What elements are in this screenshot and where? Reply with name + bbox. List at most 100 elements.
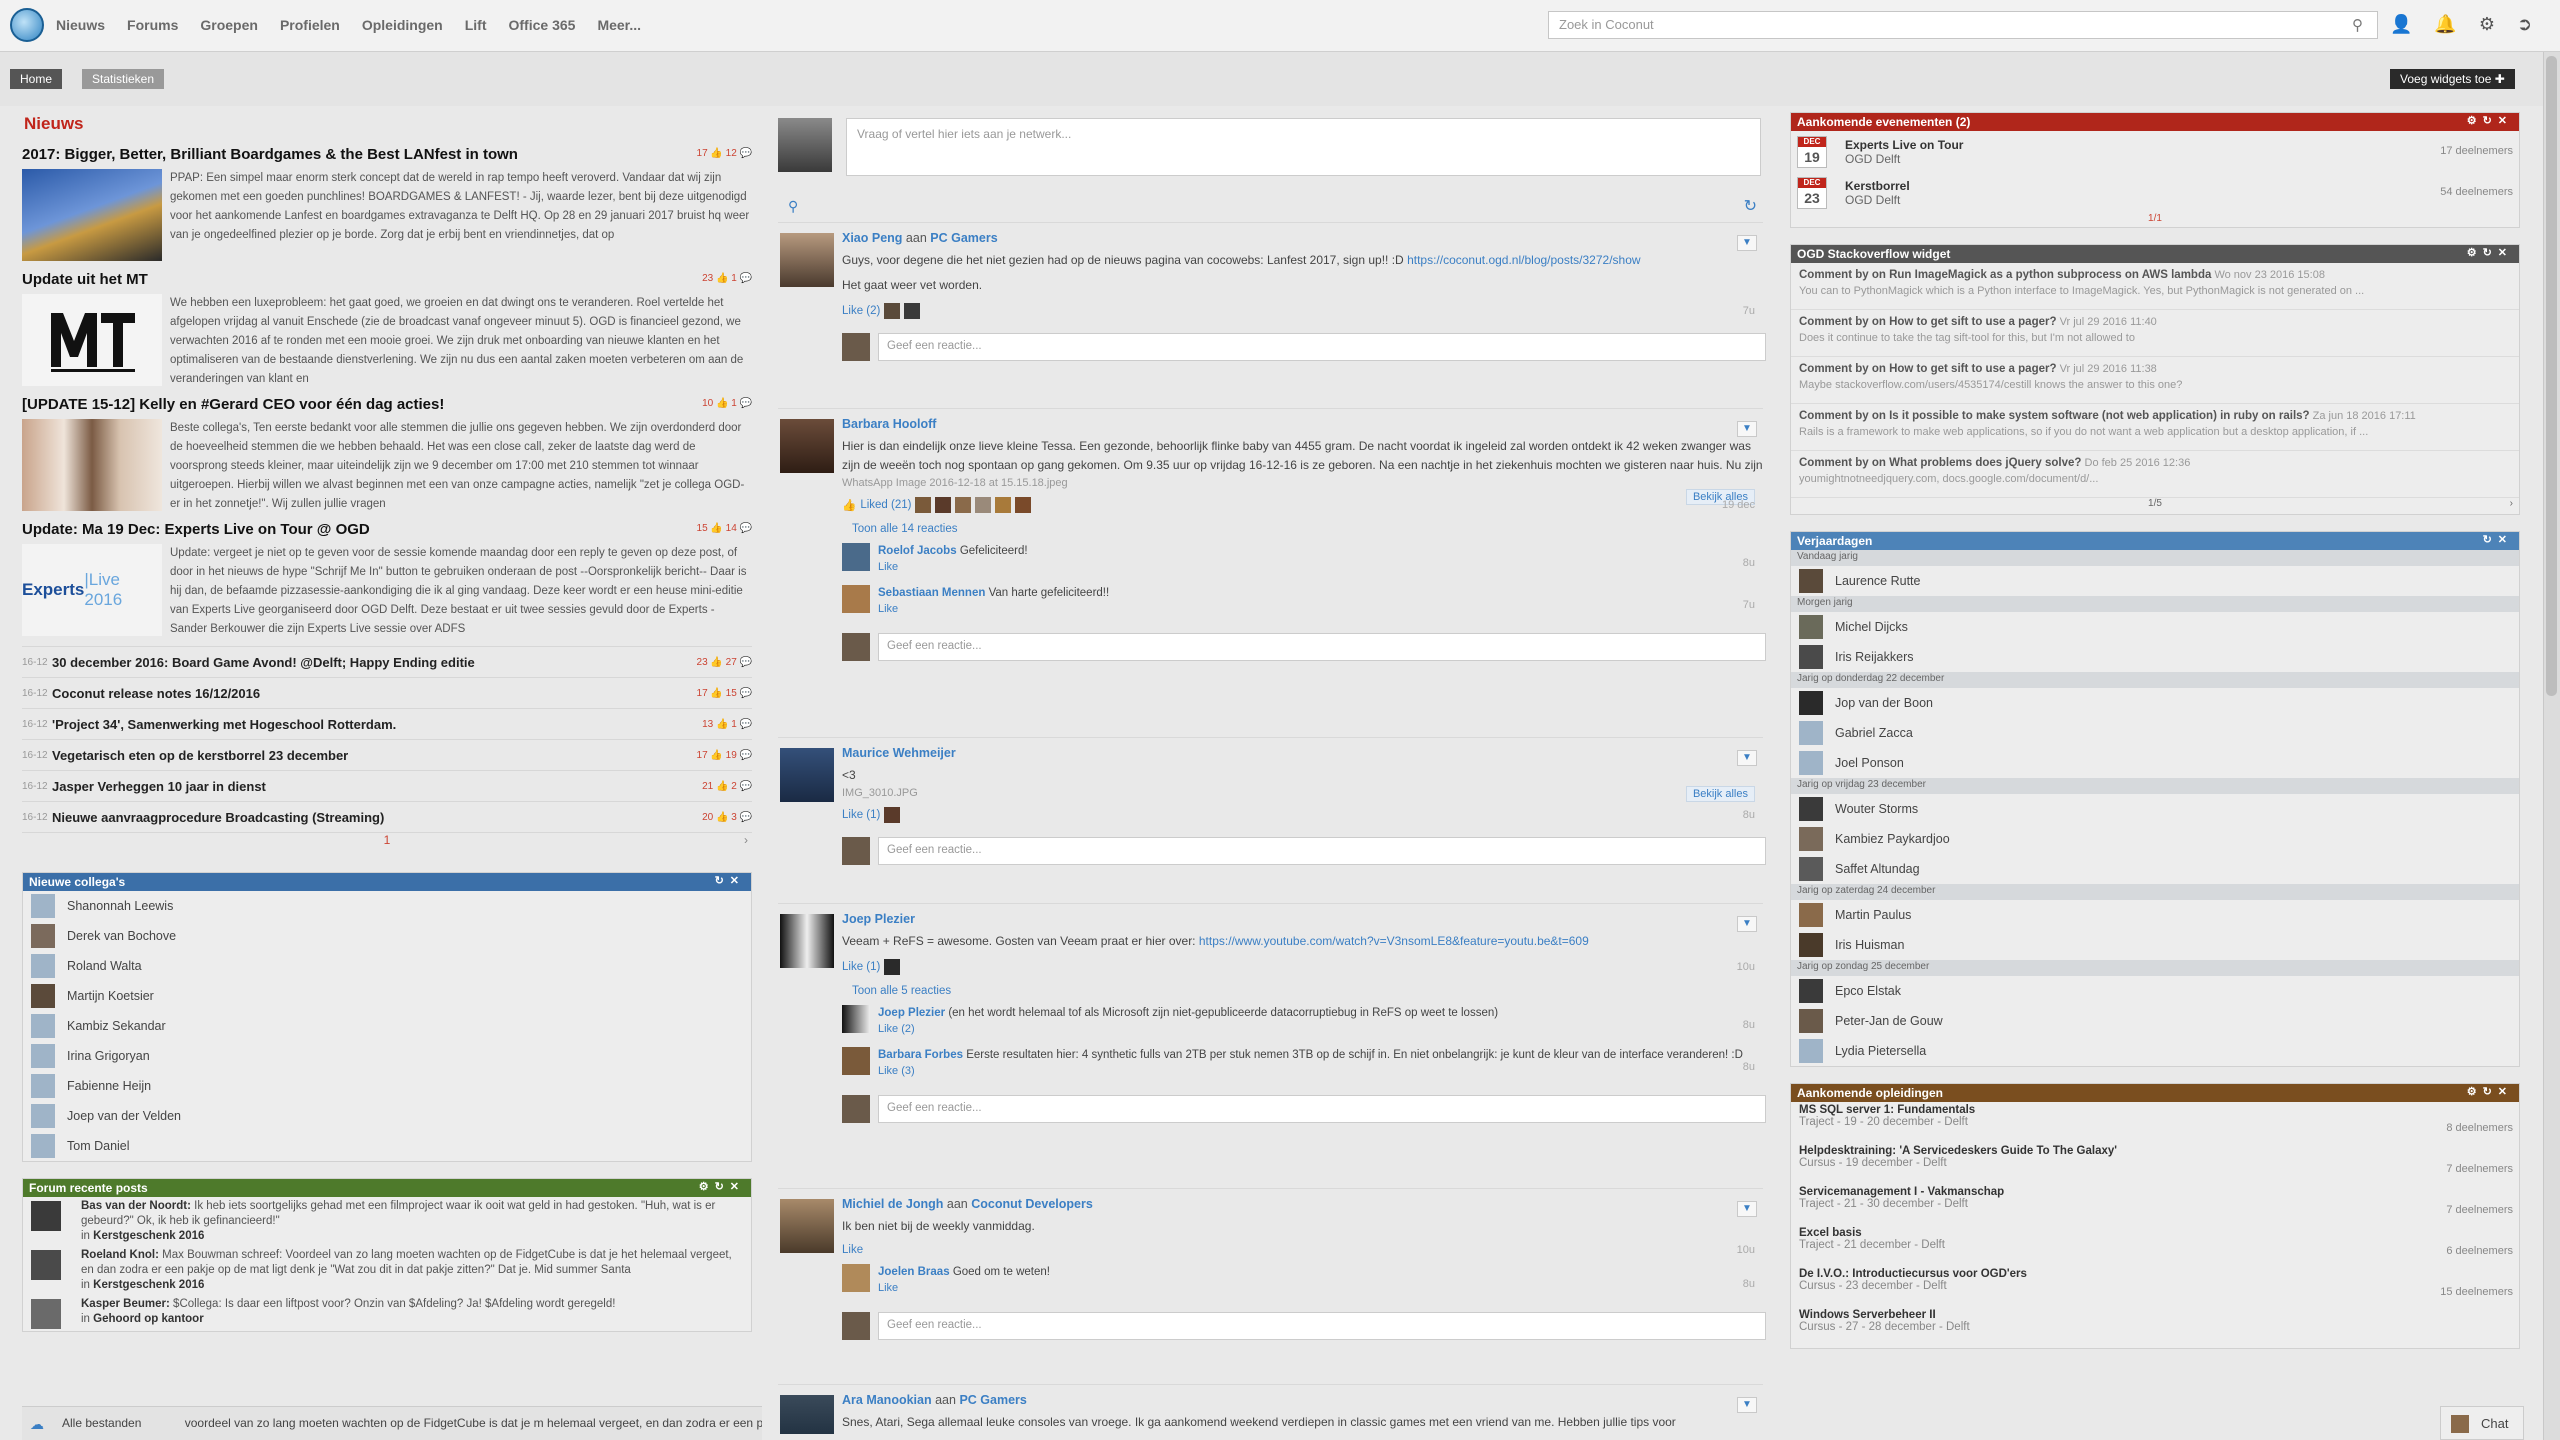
birthday-person[interactable]: Saffet Altundag	[1791, 854, 2519, 884]
colleague-item[interactable]: Kambiz Sekandar	[23, 1011, 751, 1041]
person-name[interactable]: Michel Dijcks	[1835, 620, 1908, 634]
reply-input[interactable]: Geef een reactie...	[878, 1312, 1766, 1340]
course-item[interactable]: De I.V.O.: Introductiecursus voor OGD'er…	[1791, 1266, 2519, 1307]
comment-author[interactable]: Sebastiaan Mennen	[878, 587, 985, 599]
birthday-person[interactable]: Iris Huisman	[1791, 930, 2519, 960]
course-item[interactable]: Servicemanagement I - Vakmanschap Traject…	[1791, 1184, 2519, 1225]
so-item-title[interactable]: Comment by on What problems does jQuery …	[1799, 457, 2081, 469]
post-author[interactable]: Ara Manookian	[842, 1393, 932, 1407]
news-list-title[interactable]: 30 december 2016: Board Game Avond! @Del…	[52, 655, 475, 670]
person-name[interactable]: Gabriel Zacca	[1835, 726, 1913, 740]
nav-item-meer[interactable]: Meer...	[597, 17, 641, 33]
person-name[interactable]: Martin Paulus	[1835, 908, 1911, 922]
person-name[interactable]: Peter-Jan de Gouw	[1835, 1014, 1943, 1028]
news-item[interactable]: [UPDATE 15-12] Kelly en #Gerard CEO voor…	[22, 396, 752, 515]
files-bar[interactable]: ☁ Alle bestanden voordeel van zo lang mo…	[22, 1406, 762, 1440]
colleague-name[interactable]: Fabienne Heijn	[67, 1079, 151, 1093]
person-name[interactable]: Jop van der Boon	[1835, 696, 1933, 710]
forum-post-topic[interactable]: Kerstgeschenk 2016	[93, 1230, 204, 1242]
so-pager[interactable]: 1/5 ›	[1791, 498, 2519, 514]
nav-item-opleidingen[interactable]: Opleidingen	[362, 17, 443, 33]
course-name[interactable]: Excel basis	[1799, 1227, 2511, 1239]
scrollbar-thumb[interactable]	[2546, 56, 2557, 696]
colleague-item[interactable]: Tom Daniel	[23, 1131, 751, 1161]
news-list-row[interactable]: 16-12 Jasper Verheggen 10 jaar in dienst 2…	[22, 770, 752, 801]
news-item-title[interactable]: Update: Ma 19 Dec: Experts Live on Tour …	[22, 521, 752, 538]
colleague-item[interactable]: Irina Grigoryan	[23, 1041, 751, 1071]
person-name[interactable]: Epco Elstak	[1835, 984, 1901, 998]
post-attachment[interactable]: IMG_3010.JPG	[842, 787, 1763, 799]
post-author[interactable]: Joep Plezier	[842, 912, 1763, 926]
birthday-person[interactable]: Laurence Rutte	[1791, 566, 2519, 596]
so-item[interactable]: Comment by on How to get sift to use a p…	[1791, 357, 2519, 404]
gear-icon[interactable]: ⚙	[2479, 14, 2495, 35]
birthday-person[interactable]: Lydia Pietersella	[1791, 1036, 2519, 1066]
chevron-down-icon[interactable]: ▼	[1737, 916, 1757, 932]
nav-item-profielen[interactable]: Profielen	[280, 17, 340, 33]
news-item-title[interactable]: Update uit het MT	[22, 271, 752, 288]
like-button[interactable]: Like (1)	[842, 809, 880, 821]
composer-input[interactable]: Vraag of vertel hier iets aan je netwerk…	[846, 118, 1761, 176]
nav-item-office365[interactable]: Office 365	[509, 17, 576, 33]
tab-home[interactable]: Home	[10, 69, 63, 89]
forum-post-topic[interactable]: Kerstgeschenk 2016	[93, 1279, 204, 1291]
course-name[interactable]: Windows Serverbeheer II	[1799, 1309, 2511, 1321]
colleague-item[interactable]: Roland Walta	[23, 951, 751, 981]
widget-controls[interactable]: ↻✕	[2483, 533, 2513, 546]
birthday-person[interactable]: Gabriel Zacca	[1791, 718, 2519, 748]
colleague-item[interactable]: Derek van Bochove	[23, 921, 751, 951]
comment-author[interactable]: Joelen Braas	[878, 1266, 950, 1278]
event-item[interactable]: DEC 23 Kerstborrel OGD Delft 54 deelnemers	[1791, 172, 2519, 213]
comment-author[interactable]: Joep Plezier	[878, 1007, 945, 1019]
add-widget-button[interactable]: Voeg widgets toe ✚	[2390, 69, 2515, 89]
post-group[interactable]: Coconut Developers	[971, 1197, 1093, 1211]
forum-post-author[interactable]: Roeland Knol:	[81, 1249, 159, 1261]
news-item-title[interactable]: 2017: Bigger, Better, Brilliant Boardgam…	[22, 146, 752, 163]
birthday-person[interactable]: Iris Reijakkers	[1791, 642, 2519, 672]
like-button[interactable]: Like (2)	[842, 305, 880, 317]
colleague-name[interactable]: Tom Daniel	[67, 1139, 130, 1153]
post-author[interactable]: Maurice Wehmeijer	[842, 746, 1763, 760]
news-pager-page[interactable]: 1	[384, 833, 391, 847]
news-list-title[interactable]: Coconut release notes 16/12/2016	[52, 686, 260, 701]
colleague-item[interactable]: Joep van der Velden	[23, 1101, 751, 1131]
birthday-person[interactable]: Kambiez Paykardjoo	[1791, 824, 2519, 854]
birthday-person[interactable]: Epco Elstak	[1791, 976, 2519, 1006]
post-author[interactable]: Barbara Hooloff	[842, 417, 1763, 431]
widget-controls[interactable]: ⚙↻✕	[2467, 246, 2513, 259]
chevron-down-icon[interactable]: ▼	[1737, 750, 1757, 766]
forum-post[interactable]: Roeland Knol: Max Bouwman schreef: Voord…	[23, 1246, 751, 1295]
course-item[interactable]: MS SQL server 1: Fundamentals Traject - 1…	[1791, 1102, 2519, 1143]
news-list-row[interactable]: 16-12 'Project 34', Samenwerking met Hoge…	[22, 708, 752, 739]
so-item-title[interactable]: Comment by on Is it possible to make sys…	[1799, 410, 2310, 422]
nav-item-forums[interactable]: Forums	[127, 17, 178, 33]
post-link[interactable]: https://www.youtube.com/watch?v=V3nsomLE…	[1199, 934, 1589, 948]
events-pager[interactable]: 1/1	[1791, 213, 2519, 227]
search-icon[interactable]: ⚲	[2352, 16, 2363, 34]
widget-controls[interactable]: ⚙↻✕	[2467, 1085, 2513, 1098]
colleague-item[interactable]: Fabienne Heijn	[23, 1071, 751, 1101]
person-name[interactable]: Joel Ponson	[1835, 756, 1904, 770]
coconut-logo-icon[interactable]	[10, 8, 44, 42]
comment-like[interactable]: Like (3)	[878, 1063, 1763, 1079]
so-item-title[interactable]: Comment by on How to get sift to use a p…	[1799, 363, 2057, 375]
colleague-name[interactable]: Roland Walta	[67, 959, 142, 973]
widget-controls[interactable]: ↻✕	[715, 874, 745, 887]
widget-controls[interactable]: ⚙↻✕	[2467, 114, 2513, 127]
show-all-comments[interactable]: Toon alle 5 reacties	[852, 985, 1763, 997]
birthday-person[interactable]: Wouter Storms	[1791, 794, 2519, 824]
comment-author[interactable]: Barbara Forbes	[878, 1049, 963, 1061]
course-name[interactable]: Servicemanagement I - Vakmanschap	[1799, 1186, 2511, 1198]
birthday-person[interactable]: Martin Paulus	[1791, 900, 2519, 930]
see-all-button[interactable]: Bekijk alles	[1685, 786, 1755, 802]
news-list-row[interactable]: 16-12 Nieuwe aanvraagprocedure Broadcasti…	[22, 801, 752, 832]
so-pager-page[interactable]: 1/5	[2148, 498, 2162, 509]
search-input[interactable]: Zoek in Coconut	[1548, 11, 2378, 39]
event-name[interactable]: Kerstborrel	[1845, 179, 1910, 193]
show-all-comments[interactable]: Toon alle 14 reacties	[852, 523, 1763, 535]
forum-post-author[interactable]: Bas van der Noordt:	[81, 1200, 191, 1212]
colleague-name[interactable]: Shanonnah Leewis	[67, 899, 173, 913]
reply-input[interactable]: Geef een reactie...	[878, 333, 1766, 361]
chevron-right-icon[interactable]: ›	[744, 833, 748, 847]
logout-icon[interactable]: ➲	[2517, 14, 2532, 35]
